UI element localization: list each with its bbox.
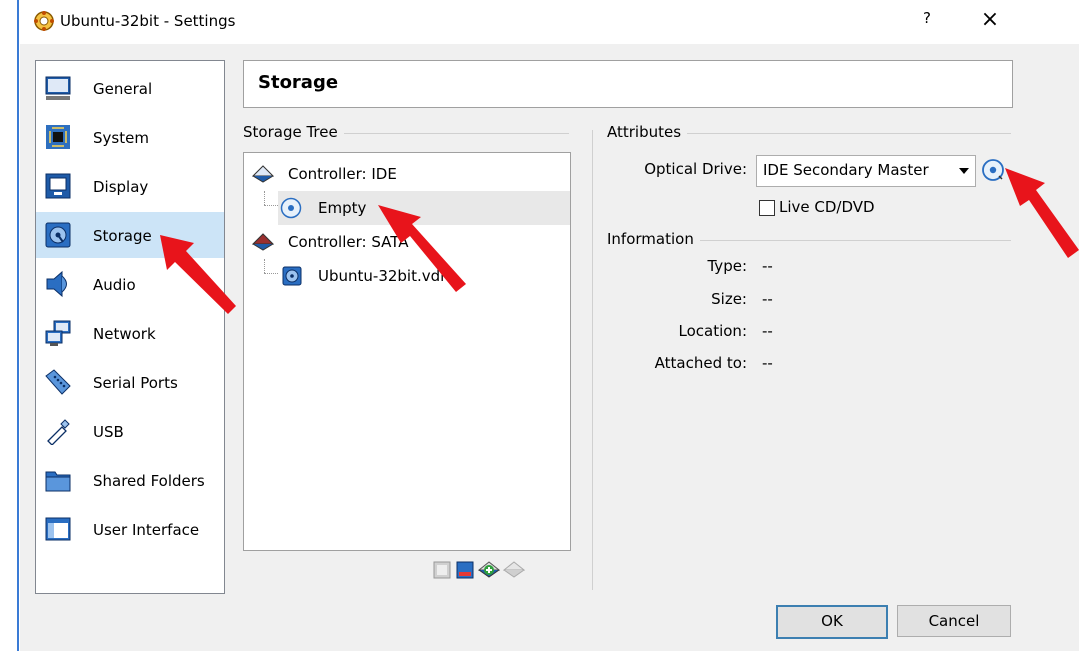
annotation-arrow — [160, 235, 236, 314]
annotation-arrow — [378, 205, 466, 292]
annotation-arrows — [160, 168, 1079, 314]
annotation-arrow — [1005, 168, 1079, 258]
